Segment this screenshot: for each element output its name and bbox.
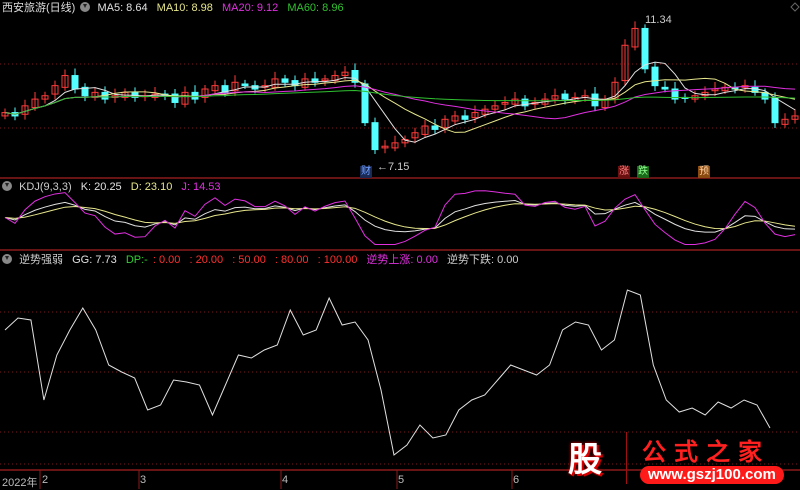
candle-down <box>281 78 289 83</box>
candle-down <box>241 83 249 87</box>
low-marker: ←7.15 <box>377 161 410 173</box>
dropdown-icon[interactable] <box>2 181 12 191</box>
axis-label-mar: 3 <box>140 474 147 486</box>
candle-down <box>371 122 379 151</box>
indicator-title: 逆势强弱 <box>19 254 64 266</box>
axis-label-feb: 2 <box>42 474 49 486</box>
axis-label-year: 2022年 <box>2 477 38 489</box>
watermark-logo: 股 公式之家 www.gszj100.com <box>556 430 800 489</box>
ma20-line <box>4 85 796 120</box>
high-marker: 11.34 <box>645 14 672 26</box>
level-100: : 100.00 <box>317 254 358 266</box>
level-20: : 20.00 <box>189 254 224 266</box>
main-panel-header: 西安旅游(日线) MA5: 8.64 MA10: 8.98 MA20: 9.12… <box>2 1 350 15</box>
candle-down <box>291 80 299 87</box>
level-50: : 50.00 <box>232 254 266 266</box>
candle-down <box>771 96 779 124</box>
axis-label-apr: 4 <box>282 474 289 486</box>
logo-url: www.gszj100.com <box>640 466 784 484</box>
candle-down <box>431 125 439 130</box>
kdj-j: J: 14.53 <box>181 181 221 193</box>
grid <box>0 63 800 489</box>
axis-label-may: 5 <box>398 474 405 486</box>
up-value: 逆势上涨: 0.00 <box>366 254 438 266</box>
indicator-panel-header: 逆势强弱 GG: 7.73 DP:- : 0.00 : 20.00 : 50.0… <box>2 253 525 267</box>
logo-char: 股 <box>568 441 602 479</box>
chart-canvas[interactable] <box>0 0 800 489</box>
down-value: 逆势下跌: 0.00 <box>447 254 519 266</box>
candle-down <box>561 93 569 100</box>
dp-value: DP:- <box>125 254 148 266</box>
dropdown-icon[interactable] <box>2 254 12 264</box>
stock-title: 西安旅游(日线) <box>2 2 76 14</box>
moving-averages <box>4 61 796 143</box>
ma10-line <box>4 77 796 133</box>
logo-title: 公式之家 <box>642 439 770 466</box>
ma10-label: MA10: 8.98 <box>156 2 213 14</box>
diamond-icon[interactable] <box>790 2 800 12</box>
event-tag-finance[interactable]: 财 <box>360 166 372 178</box>
candle-down <box>71 75 79 90</box>
candle-down <box>651 66 659 87</box>
level-0: : 0.00 <box>152 254 181 266</box>
event-tag-fall[interactable]: 跌 <box>637 166 649 178</box>
candle-down <box>641 27 649 70</box>
level-80: : 80.00 <box>274 254 309 266</box>
kdj-d: D: 23.10 <box>130 181 173 193</box>
ma60-label: MA60: 8.96 <box>287 2 344 14</box>
axis-label-jun: 6 <box>513 474 520 486</box>
candle-down <box>661 86 669 90</box>
kdj-lines <box>4 190 796 245</box>
candle-down <box>461 115 469 120</box>
dropdown-icon[interactable] <box>80 2 91 12</box>
event-tag-rise[interactable]: 涨 <box>618 166 630 178</box>
event-tag-forecast[interactable]: 预 <box>698 166 710 178</box>
kdj-panel-header: KDJ(9,3,3) K: 20.25 D: 23.10 J: 14.53 <box>2 180 227 194</box>
ma20-label: MA20: 9.12 <box>221 2 279 14</box>
kdj-title: KDJ(9,3,3) <box>19 181 72 193</box>
kdj-k: K: 20.25 <box>80 181 122 193</box>
gg-value: GG: 7.73 <box>72 254 117 266</box>
ma5-label: MA5: 8.64 <box>97 2 148 14</box>
ma5-line <box>4 61 796 143</box>
